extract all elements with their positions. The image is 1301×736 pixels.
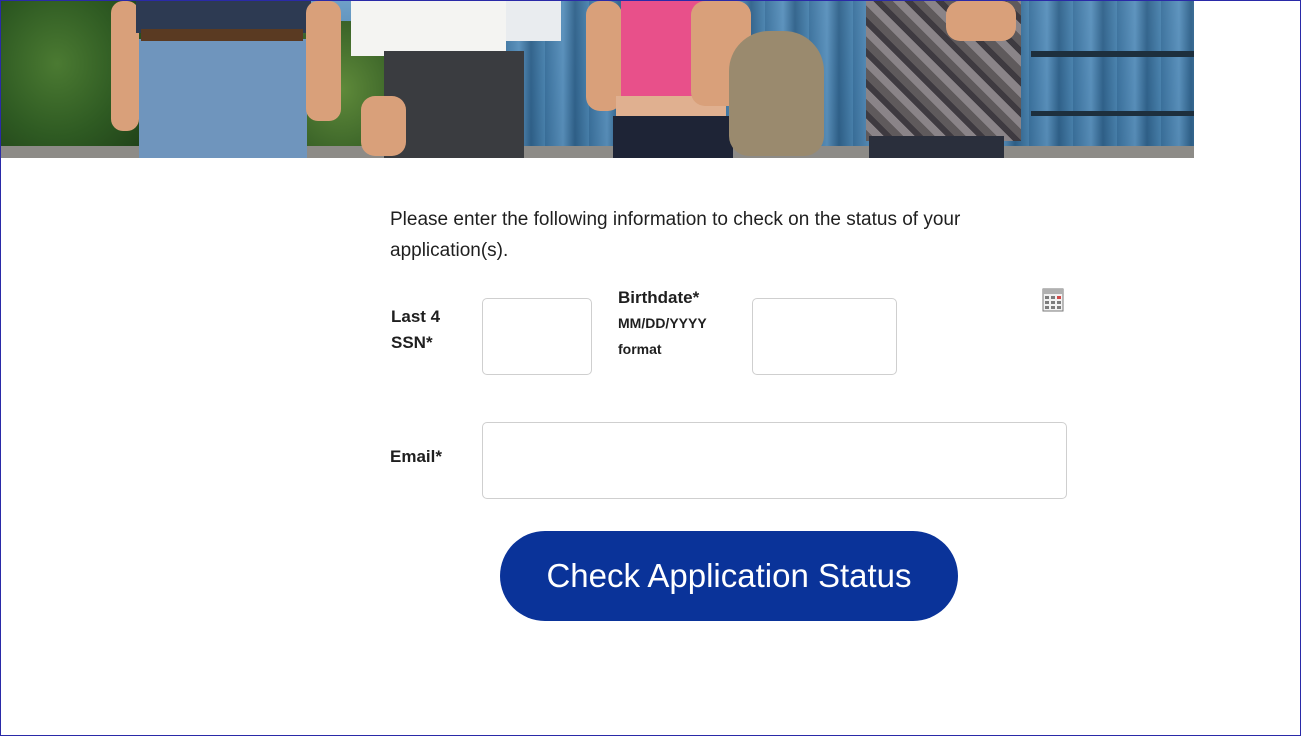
ssn-input[interactable] — [482, 298, 592, 375]
ssn-label: Last 4 SSN* — [391, 307, 441, 352]
birthdate-label: Birthdate* MM/DD/YYYY format — [618, 286, 748, 362]
birthdate-input[interactable] — [752, 298, 897, 375]
email-input[interactable] — [482, 422, 1067, 499]
banner-photo — [1, 1, 1194, 158]
email-label: Email* — [390, 447, 442, 466]
birthdate-label-text: Birthdate* — [618, 288, 700, 307]
calendar-icon[interactable] — [1042, 288, 1064, 312]
intro-text: Please enter the following information t… — [390, 209, 961, 261]
birthdate-format-hint: MM/DD/YYYY format — [618, 315, 707, 357]
check-application-status-button[interactable]: Check Application Status — [500, 531, 958, 621]
